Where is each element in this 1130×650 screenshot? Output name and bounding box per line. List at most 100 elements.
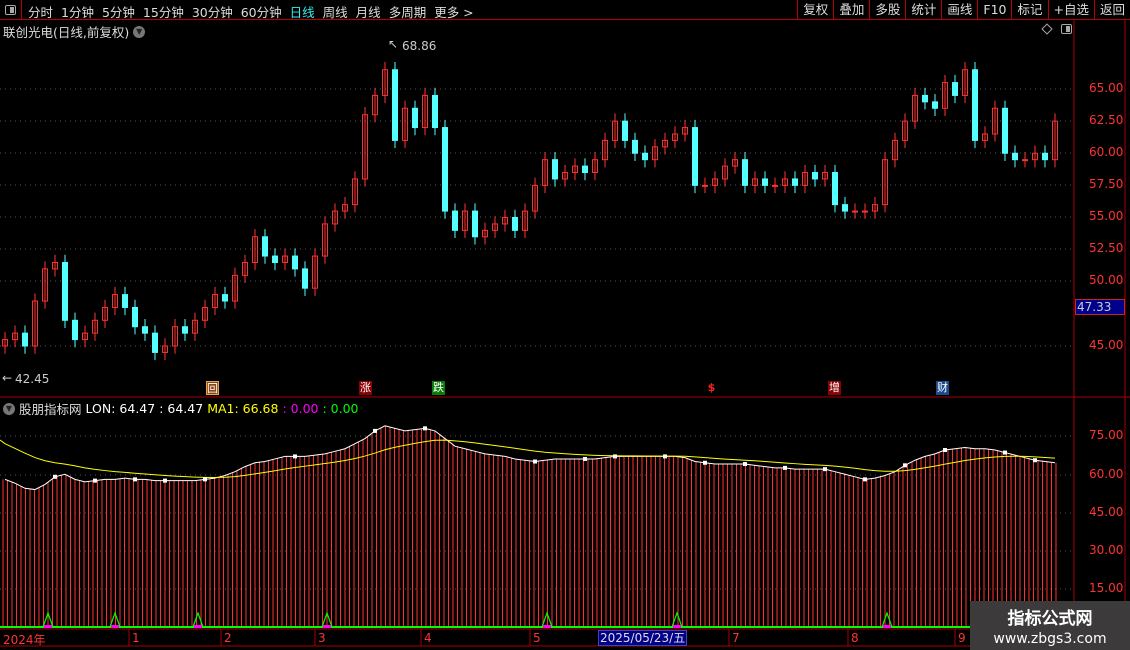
event-marker[interactable]: 回	[206, 381, 219, 395]
candle	[1002, 107, 1008, 154]
event-marker[interactable]: 跌	[432, 381, 445, 395]
candle	[1022, 159, 1028, 162]
event-marker[interactable]: $	[705, 381, 718, 395]
candle	[452, 210, 458, 231]
signal-dot	[883, 625, 891, 628]
low-arrow-icon: ←	[2, 371, 13, 385]
candle	[692, 127, 698, 186]
candle	[622, 120, 628, 141]
candle	[222, 294, 228, 302]
price-chart[interactable]	[0, 0, 1130, 650]
indicator-tick: 15.00	[1089, 581, 1124, 595]
candle	[832, 172, 838, 206]
candle	[142, 326, 148, 334]
high-annotation: 68.86	[402, 39, 437, 53]
price-tick: 55.00	[1089, 209, 1124, 223]
x-tick: 5	[533, 631, 541, 645]
price-tick: 45.00	[1089, 338, 1124, 352]
signal-value-4: : 0.00	[322, 401, 359, 416]
candle	[932, 101, 938, 109]
candle	[512, 217, 518, 231]
lon-marker	[533, 459, 537, 464]
candle	[772, 184, 778, 187]
current-price-tag: 47.33	[1075, 299, 1125, 315]
candle	[302, 268, 308, 289]
signal-triangle	[881, 611, 893, 628]
signal-dot	[111, 625, 119, 628]
event-marker[interactable]: 财	[936, 381, 949, 395]
chevron-down-icon[interactable]: ▼	[3, 402, 15, 415]
candle	[702, 184, 708, 187]
low-annotation: 42.45	[15, 372, 50, 386]
lon-marker	[943, 448, 947, 453]
candle	[852, 210, 858, 213]
signal-dot	[543, 625, 551, 628]
lon-marker	[373, 428, 377, 433]
candle	[862, 210, 868, 213]
arrow-icon: ↖	[388, 37, 399, 51]
candle	[582, 165, 588, 174]
x-tick: 2	[224, 631, 232, 645]
x-tick: 3	[318, 631, 326, 645]
cursor-date: 2025/05/23/五	[598, 630, 688, 646]
watermark-title: 指标公式网	[1007, 609, 1093, 629]
x-tick: 9	[958, 631, 966, 645]
indicator-header: ▼ 股朋指标网 LON: 64.47 : 64.47 MA1: 66.68 : …	[3, 399, 359, 418]
candle	[392, 69, 398, 141]
lon-marker	[53, 474, 57, 479]
signal-dot	[194, 625, 202, 628]
candle	[62, 261, 68, 321]
price-tick: 50.00	[1089, 273, 1124, 287]
lon-value-2: : 64.47	[159, 401, 204, 416]
event-marker[interactable]: 增	[828, 381, 841, 395]
candle	[1012, 152, 1018, 161]
lon-marker	[663, 454, 667, 459]
x-tick: 2024年	[3, 633, 46, 647]
watermark: 指标公式网 www.zbgs3.com	[970, 601, 1130, 650]
signal-dot	[44, 625, 52, 628]
lon-value: LON: 64.47	[85, 401, 156, 416]
candle	[442, 127, 448, 212]
lon-marker	[743, 462, 747, 467]
candle	[842, 204, 848, 212]
ma1-value: MA1: 66.68	[207, 401, 279, 416]
candle	[792, 178, 798, 186]
lon-marker	[133, 477, 137, 482]
lon-marker	[783, 465, 787, 470]
event-marker[interactable]: 涨	[359, 381, 372, 395]
price-tick: 52.50	[1089, 241, 1124, 255]
candle	[762, 178, 768, 186]
lon-marker	[293, 454, 297, 459]
x-tick: 8	[851, 631, 859, 645]
lon-marker	[203, 477, 207, 482]
lon-marker	[423, 426, 427, 431]
lon-marker	[863, 477, 867, 482]
lon-marker	[1033, 458, 1037, 463]
candle	[1042, 152, 1048, 161]
candle	[412, 107, 418, 129]
x-tick: 1	[132, 631, 140, 645]
signal-dot	[673, 625, 681, 628]
lon-marker	[93, 478, 97, 483]
x-tick: 7	[732, 631, 740, 645]
watermark-url: www.zbgs3.com	[993, 631, 1107, 647]
candle	[132, 306, 138, 328]
candle	[72, 319, 78, 341]
indicator-tick: 45.00	[1089, 505, 1124, 519]
ma1-line	[0, 439, 1056, 478]
lon-marker	[903, 463, 907, 468]
price-tick: 65.00	[1089, 81, 1124, 95]
candle	[272, 255, 278, 263]
candle	[152, 332, 158, 353]
candle	[972, 69, 978, 141]
candle	[432, 94, 438, 129]
candle	[922, 94, 928, 103]
lon-marker	[1003, 450, 1007, 455]
price-tick: 57.50	[1089, 177, 1124, 191]
candle	[742, 159, 748, 186]
candle	[292, 255, 298, 270]
candle	[632, 139, 638, 154]
indicator-tick: 75.00	[1089, 428, 1124, 442]
candle	[22, 332, 28, 347]
indicator-name: 股朋指标网	[19, 402, 82, 417]
